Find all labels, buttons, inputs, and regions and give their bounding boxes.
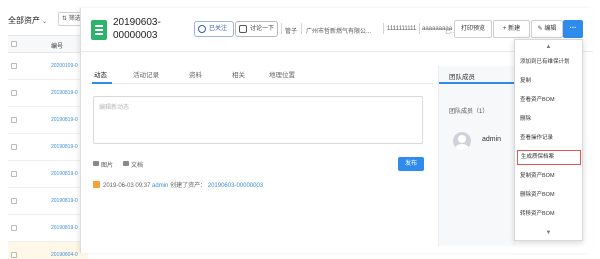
row-checkbox[interactable] <box>11 144 17 150</box>
tab-info[interactable]: 资料 <box>189 69 202 79</box>
menu-item-view-log[interactable]: 查看操作记录 <box>517 131 581 146</box>
tab-dynamics[interactable]: 动态 <box>94 69 107 79</box>
tab-team-members[interactable]: 团队成员 <box>439 66 517 84</box>
chat-icon <box>239 25 247 33</box>
row-code-link[interactable]: 20200109-0 <box>51 63 78 69</box>
owner-text: 管子 <box>285 29 298 35</box>
row-code-link[interactable]: 20190819-0 <box>51 225 78 231</box>
row-checkbox[interactable] <box>11 90 17 96</box>
tab-activity-log[interactable]: 活动记录 <box>133 69 159 79</box>
team-member-name: admin <box>482 136 502 143</box>
image-icon <box>93 161 99 166</box>
row-code-link[interactable]: 20190819-0 <box>51 117 78 123</box>
edit-button[interactable]: ✎ 编辑 <box>531 20 563 38</box>
filter-button-label: 筛选 <box>68 16 81 22</box>
menu-item-add-to-plan[interactable]: 添加到已有维保计划 <box>517 55 581 70</box>
chevron-down-icon[interactable]: ▼ <box>515 228 582 238</box>
team-panel: 团队成员 团队成员（1） admin <box>438 66 517 246</box>
menu-item-copy[interactable]: 复制 <box>517 74 581 89</box>
follow-button-label: 已关注 <box>209 26 228 32</box>
attach-image-label: 图片 <box>101 163 114 169</box>
activity-icon <box>93 181 100 188</box>
table-row[interactable]: 20190604-0 <box>8 242 88 259</box>
dynamics-input-placeholder: 编辑新动态 <box>99 105 130 111</box>
activity-action: 创建了资产： <box>170 183 207 189</box>
more-dropdown-menu: ▲ 添加到已有维保计划 复制 查看资产BOM 删除 查看操作记录 生成质保档案 … <box>514 39 583 241</box>
attach-image-button[interactable]: 图片 <box>93 160 113 169</box>
table-row[interactable]: 20190819-0 <box>8 107 88 134</box>
attach-document-button[interactable]: 文档 <box>123 160 143 169</box>
chevron-up-icon[interactable]: ▲ <box>515 42 582 52</box>
folder-icon <box>123 161 129 166</box>
table-header: 编号 <box>8 35 88 53</box>
table-row[interactable]: 20190819-0 <box>8 134 88 161</box>
new-button[interactable]: + 新建 <box>493 20 530 38</box>
menu-item-delete[interactable]: 删除 <box>517 112 581 127</box>
asset-title-line2: 00000003 <box>113 30 158 41</box>
select-all-checkbox[interactable] <box>11 41 17 47</box>
team-tab-label: 团队成员 <box>449 74 475 81</box>
attach-document-label: 文档 <box>131 163 144 169</box>
row-checkbox[interactable] <box>11 117 17 123</box>
activity-datetime: 2019-06-03 09:37 <box>103 183 151 189</box>
menu-item-view-bom[interactable]: 查看资产BOM <box>517 93 581 108</box>
menu-item-transfer-bom[interactable]: 转移资产BOM <box>517 207 581 222</box>
row-code-link[interactable]: 20190604-0 <box>51 252 78 258</box>
dynamics-input[interactable]: 编辑新动态 <box>93 96 423 144</box>
menu-item-copy-bom[interactable]: 复制资产BOM <box>517 169 581 184</box>
asset-title: 20190603- 00000003 <box>113 16 173 42</box>
table-row[interactable]: 20200109-0 <box>8 53 88 80</box>
table-row[interactable]: 20190819-0 <box>8 161 88 188</box>
activity-target-link[interactable]: 20190603-00000003 <box>208 183 263 189</box>
row-code-link[interactable]: 20190819-0 <box>51 90 78 96</box>
chevron-down-icon: ⌄ <box>42 19 48 25</box>
row-checkbox[interactable] <box>11 225 17 231</box>
row-checkbox[interactable] <box>11 252 17 258</box>
row-checkbox[interactable] <box>11 198 17 204</box>
discuss-button[interactable]: 讨论一下 <box>235 21 278 37</box>
divider <box>419 23 420 34</box>
more-menu-button[interactable]: ··· <box>563 20 583 38</box>
print-preview-button[interactable]: 打印预览 <box>454 20 492 38</box>
detail-tabs: 动态 活动记录 资料 相关 地理位置 <box>89 66 434 84</box>
divider <box>383 23 384 34</box>
asset-table: 编号 20200109-0 20190819-0 20190819-0 2019… <box>8 35 88 259</box>
column-header-number: 编号 <box>51 44 64 50</box>
active-tab-indicator <box>92 82 112 84</box>
discuss-button-label: 讨论一下 <box>250 26 275 32</box>
team-members-count: 团队成员（1） <box>449 109 489 115</box>
table-row[interactable]: 20190819-0 <box>8 215 88 242</box>
company-text: 广州市哲新燃气有限公... <box>306 29 372 35</box>
row-code-link[interactable]: 20190819-0 <box>51 144 78 150</box>
asset-doc-icon <box>91 20 107 40</box>
asset-title-line1: 20190603- <box>113 17 161 28</box>
asset-list-panel: 全部资产 ⌄ ⇅ 筛选 编号 20200109-0 20190819-0 2019… <box>8 8 88 259</box>
asset-list-title[interactable]: 全部资产 ⌄ <box>8 15 47 26</box>
menu-item-delete-bom[interactable]: 删除资产BOM <box>517 188 581 203</box>
tab-location[interactable]: 地理位置 <box>269 69 295 79</box>
tab-related[interactable]: 相关 <box>232 69 245 79</box>
table-row[interactable]: 20190819-0 <box>8 80 88 107</box>
row-checkbox[interactable] <box>11 63 17 69</box>
avatar <box>453 132 471 150</box>
divider <box>281 23 282 34</box>
row-checkbox[interactable] <box>11 171 17 177</box>
table-row[interactable]: 20190819-0 <box>8 188 88 215</box>
activity-user-link[interactable]: admin <box>152 183 168 189</box>
activity-entry: 2019-06-03 09:37 admin 创建了资产： 20190603-0… <box>93 180 263 189</box>
asset-detail-drawer: 20190603- 00000003 已关注 讨论一下 管子 广州市哲新燃气有限… <box>80 8 593 253</box>
publish-button[interactable]: 发布 <box>398 157 424 171</box>
asset-list-title-label: 全部资产 <box>8 16 40 25</box>
row-code-link[interactable]: 20190819-0 <box>51 171 78 177</box>
divider <box>301 23 302 34</box>
heart-icon <box>198 25 206 33</box>
row-code-link[interactable]: 20190819-0 <box>51 198 78 204</box>
follow-button[interactable]: 已关注 <box>194 21 234 37</box>
phone-text: 1111111111 <box>387 26 417 32</box>
menu-item-generate-warranty[interactable]: 生成质保档案 <box>517 150 581 165</box>
